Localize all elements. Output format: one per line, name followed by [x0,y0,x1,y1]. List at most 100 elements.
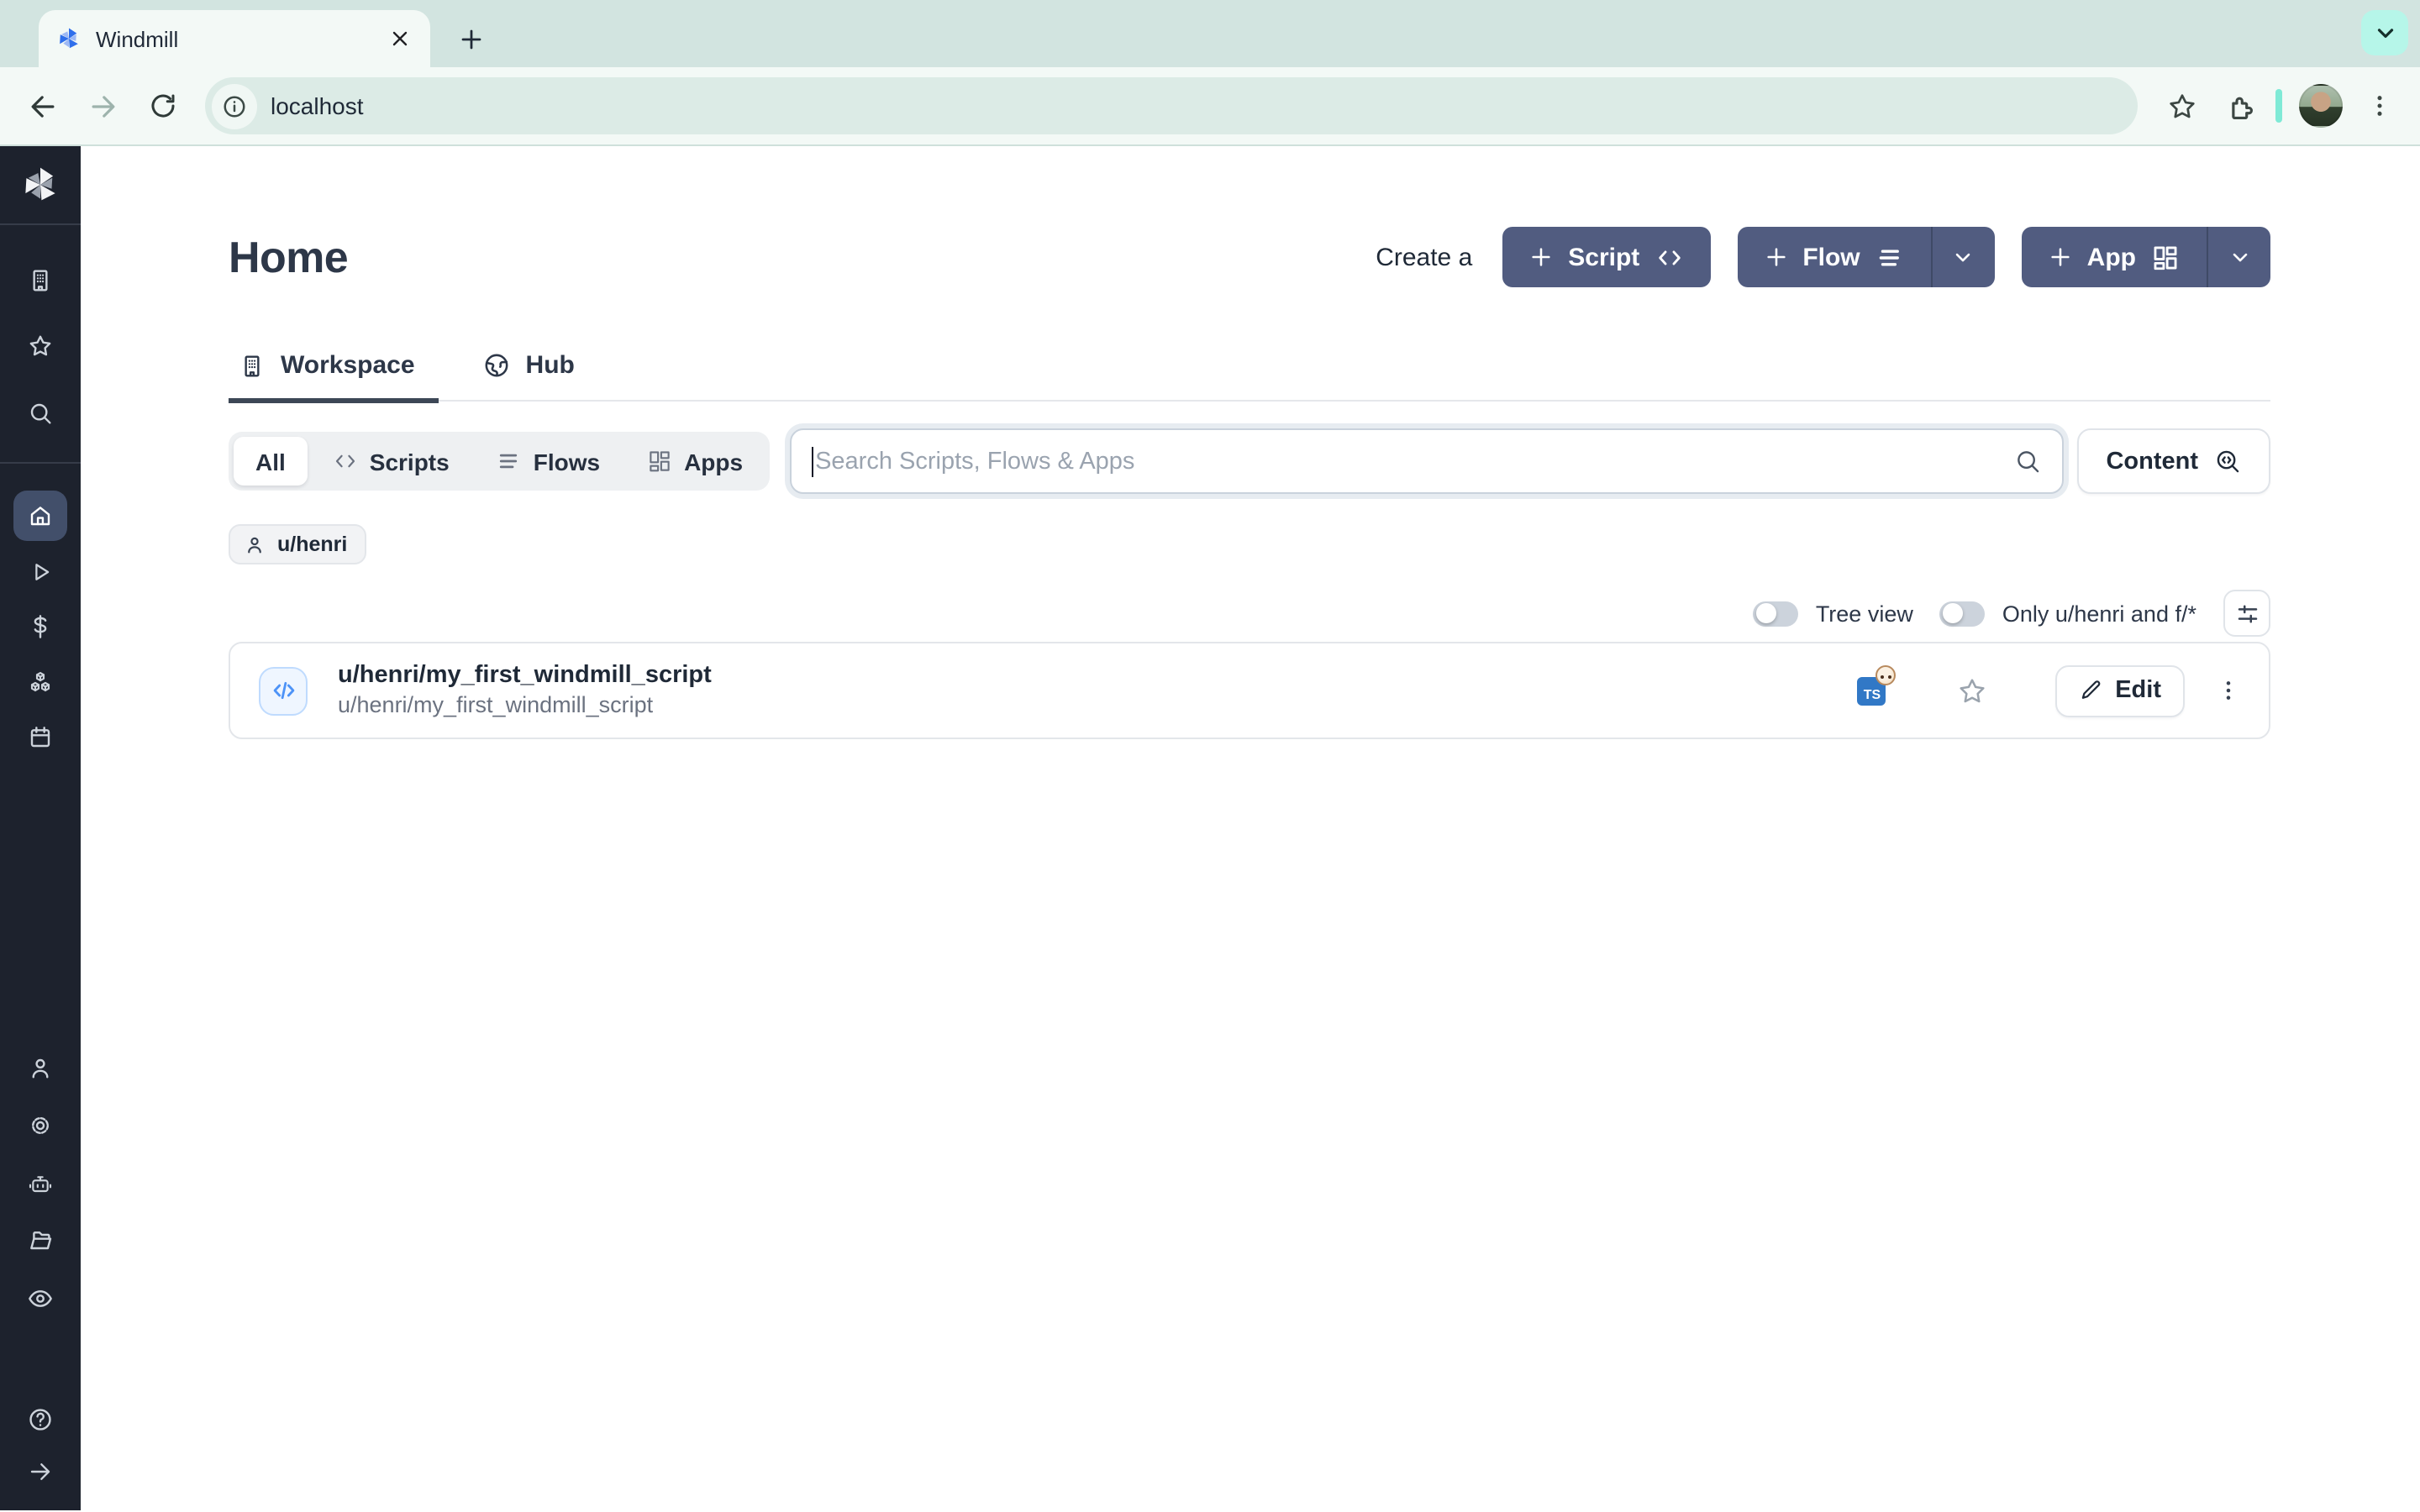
sidebar-divider [0,223,81,225]
site-info-icon[interactable] [212,83,257,129]
sidebar-item-home[interactable] [13,491,67,541]
create-app-button[interactable]: App [2022,227,2270,287]
person-icon [244,533,266,555]
create-a-label: Create a [1376,243,1472,271]
sliders-icon [2234,601,2260,626]
sidebar-item-schedules[interactable] [0,716,81,759]
filter-row: All Scripts Flows Apps [229,428,2270,494]
code-icon [259,666,308,715]
search-code-icon [2213,447,2242,475]
tree-view-toggle[interactable] [1754,601,1799,626]
sidebar-item-audit[interactable] [0,1277,81,1320]
create-app-dropdown[interactable] [2207,227,2270,287]
tab-hub-label: Hub [526,351,575,380]
only-owner-label: Only u/henri and f/* [2002,601,2196,626]
url-bar[interactable]: localhost [205,77,2138,134]
chevron-down-icon [2228,245,2251,269]
filter-flows[interactable]: Flows [475,437,622,486]
content-search-button[interactable]: Content [2077,428,2270,494]
create-flow-dropdown[interactable] [1931,227,1995,287]
only-owner-toggle[interactable] [1940,601,1986,626]
create-script-button[interactable]: Script [1502,227,1710,287]
bun-icon [1875,664,1895,685]
sidebar-item-user[interactable] [0,1047,81,1090]
tab-hub[interactable]: Hub [472,351,598,400]
browser-tabstrip: Windmill [0,0,2420,67]
page-title: Home [229,231,348,283]
sidebar-item-workers[interactable] [0,1163,81,1206]
tree-view-label: Tree view [1816,601,1913,626]
pencil-icon [2078,679,2102,702]
view-options-row: Tree view Only u/henri and f/* [229,590,2270,637]
windmill-logo[interactable] [0,163,81,207]
plus-icon [2049,245,2072,269]
globe-icon [482,351,511,380]
language-badge: TS [1856,676,1885,705]
new-tab-icon[interactable] [450,18,491,59]
screen: Windmill localhost [0,0,2420,1512]
expand-sidebar-arrow-icon[interactable] [0,1450,81,1494]
code-icon [333,449,358,474]
dashboard-grid-icon [647,449,672,474]
sidebar-item-favorites[interactable] [0,324,81,368]
bookmark-star-icon[interactable] [2161,86,2202,126]
sidebar-item-variables[interactable] [0,605,81,648]
sidebar-item-folders[interactable] [0,1218,81,1262]
filter-flows-label: Flows [534,448,600,475]
reload-icon[interactable] [138,81,188,131]
sidebar-item-search[interactable] [0,391,81,435]
toolbar-right [2161,84,2403,128]
kebab-menu-icon[interactable] [2212,674,2245,707]
filter-settings-button[interactable] [2223,590,2270,637]
windmill-favicon [55,25,82,52]
tab-workspace[interactable]: Workspace [229,351,439,400]
sidebar-item-runs[interactable] [0,549,81,593]
search-icon [2013,447,2042,475]
create-flow-button[interactable]: Flow [1737,227,1994,287]
sidebar-item-resources[interactable] [0,660,81,704]
text-caret [812,446,813,476]
content-button-label: Content [2106,448,2198,475]
sidebar-item-workspace[interactable] [0,259,81,302]
create-script-label: Script [1568,243,1639,271]
item-title[interactable]: u/henri/my_first_windmill_script [338,660,712,690]
plus-icon [1764,245,1787,269]
tab-close-icon[interactable] [387,25,413,52]
extensions-puzzle-icon[interactable] [2218,86,2259,126]
search-placeholder: Search Scripts, Flows & Apps [815,448,2013,475]
favorite-star-icon[interactable] [1955,675,1987,706]
filter-scripts-label: Scripts [370,448,450,475]
edit-button[interactable]: Edit [2054,664,2185,717]
profile-avatar[interactable] [2299,84,2343,128]
building-icon [239,352,266,379]
tab-workspace-label: Workspace [281,351,415,380]
flow-lines-icon [1876,243,1904,271]
code-icon [1655,243,1683,271]
edit-button-label: Edit [2115,677,2161,704]
filter-apps-label: Apps [684,448,743,475]
extension-pin-indicator [2275,89,2282,123]
script-list-item[interactable]: u/henri/my_first_windmill_script u/henri… [229,642,2270,739]
sidebar-divider [0,462,81,464]
chevron-down-icon [1952,245,1975,269]
create-flow-label: Flow [1802,243,1860,271]
browser-toolbar: localhost [0,67,2420,146]
back-icon[interactable] [17,81,67,131]
browser-tab[interactable]: Windmill [39,10,430,67]
filter-all-label: All [255,448,286,475]
sidebar-item-settings[interactable] [0,1104,81,1147]
item-path: u/henri/my_first_windmill_script [338,691,712,721]
flow-lines-icon [497,449,522,474]
search-input[interactable]: Search Scripts, Flows & Apps [790,428,2064,494]
window-chevron-icon[interactable] [2361,10,2408,55]
dashboard-grid-icon [2151,243,2180,271]
forward-icon[interactable] [77,81,128,131]
filter-scripts[interactable]: Scripts [311,437,471,486]
owner-filter-badge[interactable]: u/henri [229,524,366,564]
tab-title: Windmill [96,26,387,51]
filter-apps[interactable]: Apps [625,437,765,486]
help-icon[interactable] [0,1398,81,1441]
filter-all[interactable]: All [234,437,308,486]
url-text: localhost [271,92,364,119]
browser-menu-icon[interactable] [2360,86,2400,126]
